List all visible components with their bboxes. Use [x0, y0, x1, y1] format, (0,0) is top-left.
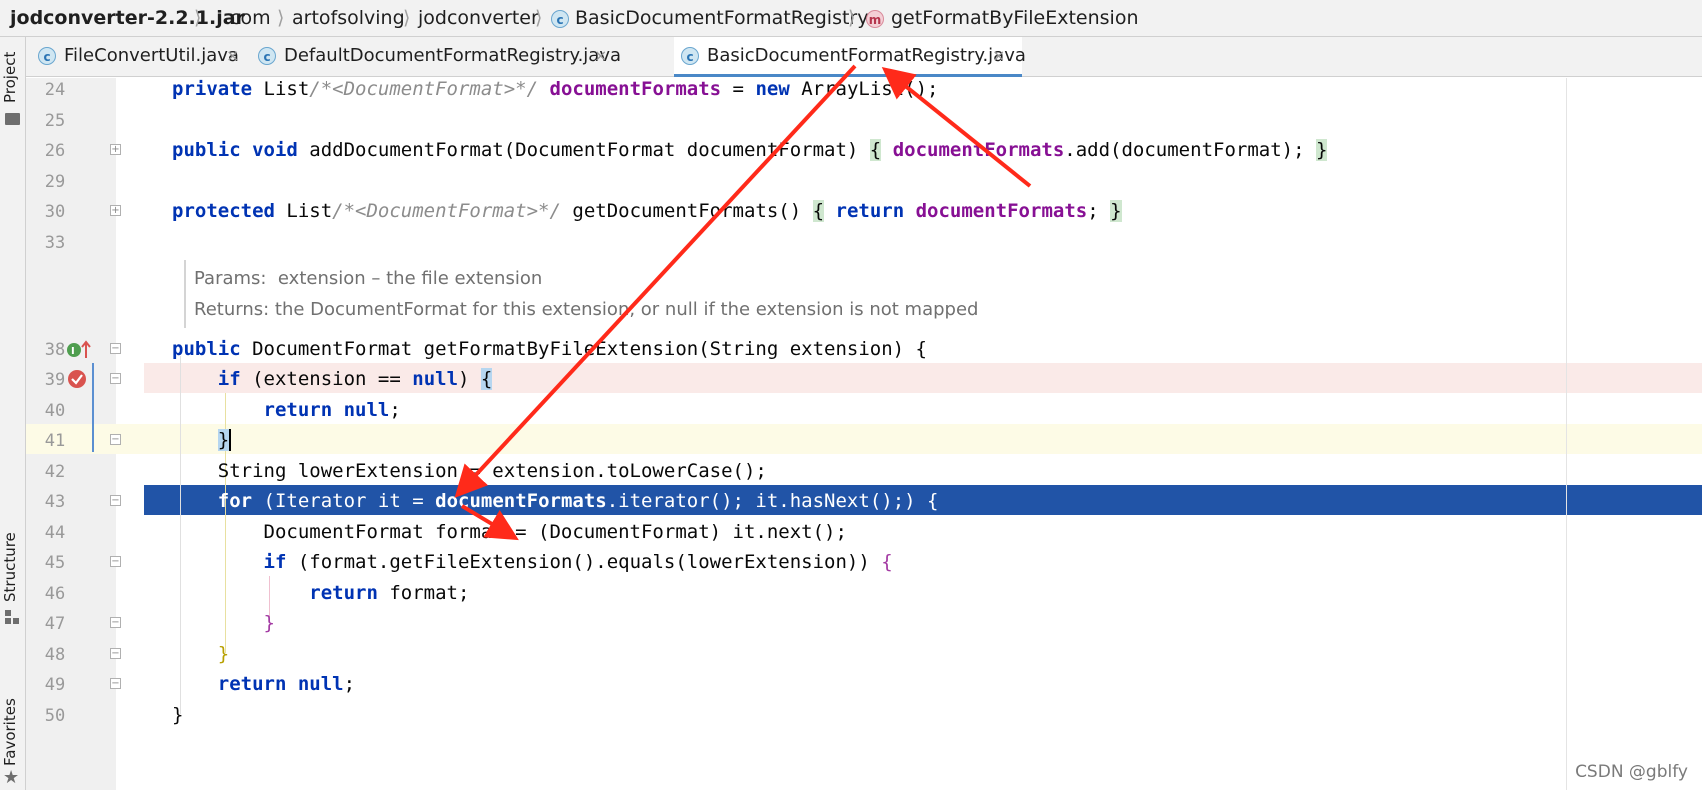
code-line-40[interactable]: return null; [172, 399, 401, 421]
fold-toggle-icon[interactable]: − [110, 556, 121, 567]
fold-toggle-icon[interactable]: − [110, 617, 121, 628]
current-line-highlight [26, 424, 1702, 454]
breadcrumb-separator: ⟩ [848, 7, 856, 29]
implements-method-icon[interactable]: I [66, 340, 94, 360]
right-margin-guide [1566, 78, 1567, 790]
project-tool-button[interactable]: Project [1, 52, 19, 103]
breadcrumb: jodconverter-2.2.1.jar ⟩ com ⟩ artofsolv… [0, 0, 1702, 37]
folder-icon [5, 113, 20, 125]
class-icon: c [681, 47, 699, 65]
star-icon: ★ [3, 767, 20, 788]
editor-tab-bar: c FileConvertUtil.java × c DefaultDocume… [26, 37, 1702, 77]
line-number: 47 [44, 614, 66, 634]
line-number: 24 [44, 80, 66, 100]
line-number: 29 [44, 172, 66, 192]
code-editor[interactable]: Params: extension – the file extension R… [26, 78, 1702, 790]
fold-toggle-icon[interactable]: + [110, 144, 121, 155]
line-number: 43 [44, 492, 66, 512]
tab-label: FileConvertUtil.java [64, 45, 239, 66]
code-line-26[interactable]: public void addDocumentFormat(DocumentFo… [172, 139, 1328, 161]
line-number: 40 [44, 401, 66, 421]
line-number: 44 [44, 523, 66, 543]
fold-toggle-icon[interactable]: − [110, 495, 121, 506]
structure-icon [5, 609, 19, 624]
close-icon[interactable]: × [992, 37, 1005, 74]
fold-toggle-icon[interactable]: − [110, 373, 121, 384]
code-line-50[interactable]: } [172, 704, 183, 726]
line-number: 46 [44, 584, 66, 604]
tab-defaultdocumentformatregistry[interactable]: c DefaultDocumentFormatRegistry.java × [250, 37, 622, 77]
fold-toggle-icon[interactable]: − [110, 648, 121, 659]
class-icon: c [258, 47, 276, 65]
close-icon[interactable]: × [226, 37, 239, 74]
breadcrumb-separator: ⟩ [277, 7, 285, 29]
breakpoint-icon[interactable] [66, 368, 88, 390]
favorites-tool-button[interactable]: Favorites [1, 698, 19, 766]
code-line-38[interactable]: public DocumentFormat getFormatByFileExt… [172, 338, 927, 360]
method-icon: m [866, 10, 884, 28]
breadcrumb-package-com[interactable]: com [230, 0, 271, 37]
doc-comment-bar [184, 260, 186, 328]
code-line-48[interactable]: } [172, 643, 229, 665]
breadcrumb-package-artofsolving[interactable]: artofsolving [292, 0, 405, 37]
breadcrumb-jar[interactable]: jodconverter-2.2.1.jar [10, 0, 245, 37]
breadcrumb-package-jodconverter[interactable]: jodconverter [418, 0, 539, 37]
svg-text:I: I [71, 346, 75, 357]
tab-basicdocumentformatregistry[interactable]: c BasicDocumentFormatRegistry.java × [674, 37, 1026, 77]
class-icon: c [38, 47, 56, 65]
line-number: 49 [44, 675, 66, 695]
fold-toggle-icon[interactable]: − [110, 434, 121, 445]
code-line-43[interactable]: for (Iterator it = documentFormats.itera… [172, 490, 939, 512]
class-icon: c [551, 10, 569, 28]
code-line-44[interactable]: DocumentFormat format = (DocumentFormat)… [172, 521, 847, 543]
breadcrumb-separator: ⟩ [535, 7, 543, 29]
code-line-41[interactable]: } [172, 429, 232, 451]
breadcrumb-separator: ⟩ [403, 7, 411, 29]
code-line-39[interactable]: if (extension == null) { [172, 368, 493, 390]
code-line-30[interactable]: protected List/*<DocumentFormat>*/ getDo… [172, 200, 1122, 222]
debug-gutter-line [92, 363, 94, 452]
code-line-42[interactable]: String lowerExtension = extension.toLowe… [172, 460, 767, 482]
tool-window-strip: Project Structure Favorites ★ [0, 37, 26, 790]
fold-toggle-icon[interactable]: − [110, 343, 121, 354]
breadcrumb-separator: ⟩ [194, 7, 202, 29]
code-line-49[interactable]: return null; [172, 673, 355, 695]
line-number: 30 [44, 202, 66, 222]
tab-label: BasicDocumentFormatRegistry.java [707, 45, 1026, 66]
structure-tool-button[interactable]: Structure [1, 532, 19, 602]
line-number: 50 [44, 706, 66, 726]
doc-returns: Returns: the DocumentFormat for this ext… [194, 299, 979, 320]
tab-fileconvertutil[interactable]: c FileConvertUtil.java × [26, 37, 250, 77]
code-line-45[interactable]: if (format.getFileExtension().equals(low… [172, 551, 893, 573]
code-line-46[interactable]: return format; [172, 582, 469, 604]
close-icon[interactable]: × [594, 37, 607, 74]
watermark: CSDN @gblfy [1575, 762, 1688, 782]
line-number: 25 [44, 111, 66, 131]
code-line-24[interactable]: private List/*<DocumentFormat>*/ documen… [172, 78, 938, 100]
doc-params: Params: extension – the file extension [194, 268, 543, 289]
fold-toggle-icon[interactable]: − [110, 678, 121, 689]
fold-toggle-icon[interactable]: + [110, 205, 121, 216]
breadcrumb-method[interactable]: getFormatByFileExtension [891, 0, 1139, 37]
line-number: 41 [44, 431, 66, 451]
breadcrumb-class[interactable]: BasicDocumentFormatRegistry [575, 0, 868, 37]
line-number: 48 [44, 645, 66, 665]
line-number: 26 [44, 141, 66, 161]
line-number: 45 [44, 553, 66, 573]
code-line-47[interactable]: } [172, 612, 275, 634]
tab-label: DefaultDocumentFormatRegistry.java [284, 45, 622, 66]
line-number: 42 [44, 462, 66, 482]
line-number: 33 [44, 233, 66, 253]
